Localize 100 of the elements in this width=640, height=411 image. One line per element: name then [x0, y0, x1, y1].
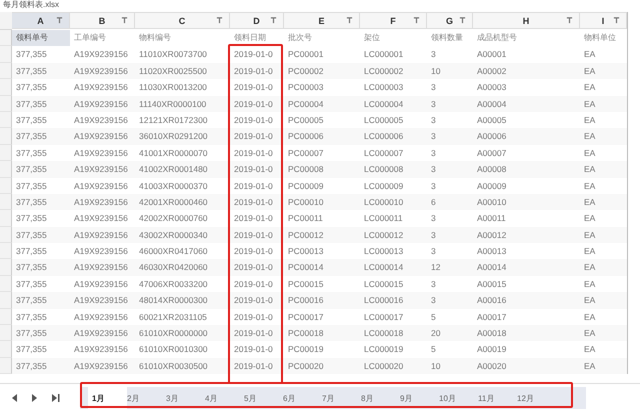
sheet-tab[interactable]: 6月 [283, 387, 322, 409]
table-cell: EA [580, 325, 627, 342]
row-header[interactable] [0, 112, 12, 128]
table-cell-text: 377,355 [15, 114, 48, 127]
table-cell-text: A00019 [476, 343, 508, 356]
table-cell-text: PC00019 [287, 343, 324, 356]
row-header[interactable] [0, 292, 12, 309]
table-cell: 3 [427, 128, 473, 145]
sheet-tab[interactable]: 11月 [478, 387, 517, 409]
row-header[interactable] [0, 79, 12, 96]
table-cell-text: 2019-01-0 [233, 180, 274, 193]
last-sheet-icon[interactable] [52, 394, 60, 402]
filter-icon[interactable] [56, 17, 63, 24]
filter-icon[interactable] [216, 17, 223, 24]
row-header[interactable] [0, 161, 12, 178]
column-header[interactable]: G [427, 12, 473, 29]
column-header[interactable]: C [135, 12, 230, 29]
column-header[interactable]: B [70, 12, 135, 29]
table-cell-text: 377,355 [15, 310, 48, 324]
table-cell-text: 5 [430, 310, 437, 324]
table-cell: 377,355 [12, 358, 70, 374]
table-cell-text: PC00007 [287, 146, 324, 160]
table-cell: 10 [427, 358, 473, 374]
filter-icon[interactable] [613, 17, 620, 24]
filter-icon[interactable] [566, 17, 573, 24]
row-header[interactable] [0, 178, 12, 194]
table-cell: PC00016 [284, 292, 360, 309]
table-cell-text: PC00011 [287, 212, 324, 226]
sheet-tab[interactable]: 8月 [361, 387, 400, 409]
row-header[interactable] [0, 276, 12, 292]
table-cell: A00008 [473, 161, 580, 178]
sheet-tab[interactable]: 2月 [127, 387, 166, 409]
corner-cell[interactable] [0, 12, 12, 30]
sheet-tab[interactable]: 3月 [166, 387, 205, 409]
table-cell: 11020XR0025500 [135, 62, 230, 80]
field-name-cell-text: 领料日期 [233, 32, 267, 44]
row-header[interactable] [0, 96, 12, 112]
sheet-tab[interactable]: 10月 [439, 387, 478, 409]
table-cell: LC000016 [360, 292, 427, 309]
sheet-tab[interactable]: 5月 [244, 387, 283, 409]
table-cell: EA [580, 62, 627, 80]
table-cell: 43002XR0000340 [135, 226, 230, 244]
row-header[interactable] [0, 308, 12, 326]
table-cell-text: EA [583, 278, 596, 291]
sheet-tab[interactable]: 1月 [88, 387, 127, 409]
row-header[interactable] [0, 325, 12, 342]
table-cell: 2019-01-0 [230, 358, 284, 374]
table-cell: 61010XR0000000 [135, 325, 230, 342]
row-header[interactable] [0, 62, 12, 80]
table-cell-text: A00017 [476, 310, 508, 324]
field-name-cell-text: 批次号 [287, 32, 313, 44]
table-cell: LC000012 [360, 226, 427, 244]
column-header[interactable]: A [12, 12, 70, 29]
table-cell: 36010XR0291200 [135, 128, 230, 145]
sheet-tab[interactable]: 9月 [400, 387, 439, 409]
filter-icon[interactable] [413, 17, 420, 24]
row-header[interactable] [0, 194, 12, 210]
row-header[interactable] [0, 30, 12, 46]
row-header[interactable] [0, 128, 12, 145]
table-cell: 377,355 [12, 128, 70, 145]
filter-icon[interactable] [270, 17, 277, 24]
row-header[interactable] [0, 341, 12, 358]
column-letter: E [318, 16, 324, 26]
row-header[interactable] [0, 226, 12, 244]
column-letter: A [37, 16, 44, 26]
table-cell-text: A19X9239156 [73, 48, 129, 62]
row-header[interactable] [0, 144, 12, 162]
table-cell-text: A00003 [476, 81, 508, 94]
row-header[interactable] [0, 243, 12, 260]
filter-icon[interactable] [121, 17, 128, 24]
column-header[interactable]: D [230, 12, 284, 29]
table-cell: LC000008 [360, 161, 427, 178]
table-cell-text: 3 [430, 146, 437, 160]
table-cell: A19X9239156 [70, 226, 135, 244]
row-header[interactable] [0, 358, 12, 374]
table-cell: 2019-01-0 [230, 128, 284, 145]
table-cell-text: A00009 [476, 180, 508, 193]
table-cell-text: LC000007 [363, 146, 404, 160]
row-header[interactable] [0, 46, 12, 63]
table-cell: 377,355 [12, 292, 70, 309]
column-header[interactable]: F [360, 12, 427, 29]
table-cell-text: 3 [430, 278, 437, 291]
column-header[interactable]: H [473, 12, 580, 29]
filter-icon[interactable] [459, 17, 466, 24]
table-cell-text: 3 [430, 245, 437, 258]
filter-icon[interactable] [346, 17, 353, 24]
next-sheet-icon[interactable] [32, 394, 38, 402]
previous-sheet-icon[interactable] [12, 394, 18, 402]
sheet-tab[interactable]: 7月 [322, 387, 361, 409]
table-cell: PC00014 [284, 259, 360, 276]
column-header[interactable]: I [580, 12, 627, 29]
sheet-tab[interactable]: 12月 [517, 387, 556, 409]
table-cell: PC00002 [284, 62, 360, 80]
sheet-tab[interactable]: 4月 [205, 387, 244, 409]
table-cell-text: 377,355 [15, 343, 48, 356]
table-cell-text: 2019-01-0 [233, 114, 274, 127]
column-header[interactable]: E [284, 12, 360, 29]
table-cell-text: 377,355 [15, 48, 48, 62]
row-header[interactable] [0, 259, 12, 276]
row-header[interactable] [0, 210, 12, 227]
